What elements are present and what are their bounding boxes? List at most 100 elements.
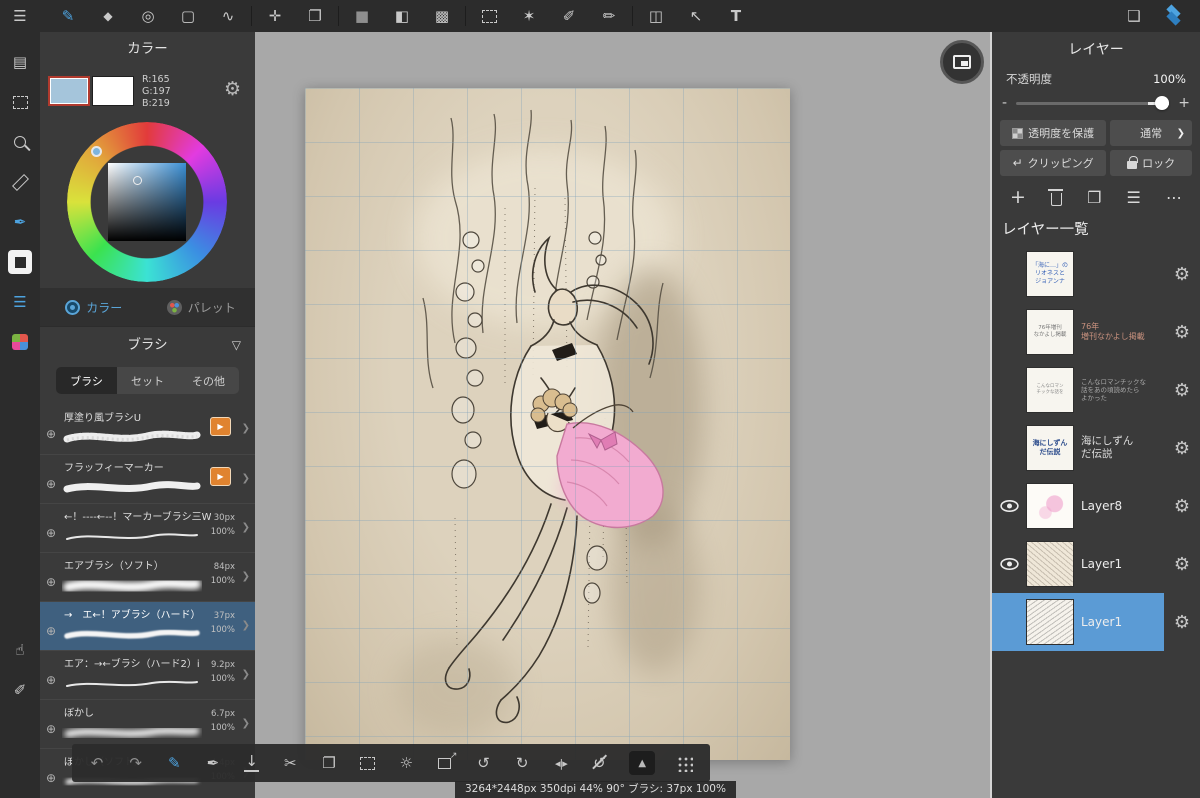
- opacity-decrease-button[interactable]: -: [1002, 95, 1007, 111]
- active-tool-indicator[interactable]: [0, 242, 40, 282]
- video-badge-icon[interactable]: ▶: [210, 417, 231, 436]
- fill-rect-tool-button[interactable]: ■: [342, 0, 382, 32]
- material-toggle-button[interactable]: ▲: [629, 751, 656, 775]
- ruler-button[interactable]: [0, 162, 40, 202]
- brush-item[interactable]: ぼかし ⊕ 6.7px 100% ❯: [40, 699, 255, 748]
- layer-thumbnail[interactable]: 海にしずん だ伝説: [1026, 425, 1074, 471]
- pen-snap-button[interactable]: ✎: [165, 754, 183, 772]
- rotate-right-button[interactable]: ↻: [513, 754, 531, 772]
- brush-add-icon[interactable]: ⊕: [46, 427, 56, 441]
- delete-layer-button[interactable]: [1048, 188, 1064, 206]
- canvas[interactable]: [305, 88, 790, 760]
- material-panel-button[interactable]: ❑: [1114, 0, 1154, 32]
- layer-row-selected[interactable]: Layer1 ⚙: [992, 593, 1200, 651]
- tab-set[interactable]: セット: [117, 367, 178, 394]
- sv-picker[interactable]: [108, 163, 186, 241]
- layer-settings-gear-icon[interactable]: ⚙: [1174, 496, 1190, 517]
- paint-tool-button[interactable]: ✒: [0, 202, 40, 242]
- copy-button[interactable]: ❐: [320, 754, 338, 772]
- gradient-tool-button[interactable]: ▩: [422, 0, 462, 32]
- layer-row[interactable]: 76年増刊 なかよし掲載 76年 増刊なかよし掲載 ⚙: [992, 303, 1200, 361]
- brush-add-icon[interactable]: ⊕: [46, 624, 56, 638]
- layer-view-button[interactable]: ☰: [1127, 188, 1141, 207]
- palette-button[interactable]: [0, 322, 40, 362]
- secondary-color-swatch[interactable]: [92, 76, 134, 106]
- layer-settings-gear-icon[interactable]: ⚙: [1174, 322, 1190, 343]
- divide-tool-button[interactable]: ◫: [636, 0, 676, 32]
- brush-add-icon[interactable]: ⊕: [46, 477, 56, 491]
- brush-add-icon[interactable]: ⊕: [46, 575, 56, 589]
- brush-item-selected[interactable]: → エ←！アブラシ（ハード） ⊕ 37px 100% ❯: [40, 601, 255, 650]
- video-badge-icon[interactable]: ▶: [210, 467, 231, 486]
- tab-other[interactable]: その他: [178, 367, 239, 394]
- layer-row[interactable]: Layer1 ⚙: [992, 535, 1200, 593]
- layer-thumbnail[interactable]: [1026, 599, 1074, 645]
- select-area-button[interactable]: [359, 756, 377, 770]
- layer-settings-gear-icon[interactable]: ⚙: [1174, 438, 1190, 459]
- chevron-right-icon[interactable]: ❯: [242, 718, 250, 729]
- protect-alpha-button[interactable]: 透明度を保護: [1000, 120, 1107, 146]
- duplicate-layer-button[interactable]: ❐: [1087, 188, 1101, 207]
- hue-indicator[interactable]: [91, 146, 102, 157]
- navigator-button[interactable]: [940, 40, 984, 84]
- primary-color-swatch[interactable]: [48, 76, 90, 106]
- select-eraser-tool-button[interactable]: ✏: [589, 0, 629, 32]
- brush-item[interactable]: 厚塗り風ブラシU ⊕ ▶ ❯: [40, 405, 255, 454]
- layer-settings-gear-icon[interactable]: ⚙: [1174, 264, 1190, 285]
- bucket-tool-button[interactable]: ◧: [382, 0, 422, 32]
- dither-button[interactable]: ☼: [397, 754, 415, 772]
- chevron-right-icon[interactable]: ❯: [242, 620, 250, 631]
- hand-pan-button[interactable]: ☝: [0, 630, 40, 670]
- curve-tool-button[interactable]: ∿: [208, 0, 248, 32]
- menu-button[interactable]: ☰: [0, 0, 40, 32]
- layer-settings-gear-icon[interactable]: ⚙: [1174, 612, 1190, 633]
- layer-more-button[interactable]: ⋯: [1166, 188, 1182, 207]
- stylus-button[interactable]: ✐: [0, 670, 40, 710]
- stylus-mode-button[interactable]: ✒: [204, 754, 222, 772]
- opacity-increase-button[interactable]: +: [1178, 95, 1190, 111]
- layer-thumbnail[interactable]: 76年増刊 なかよし掲載: [1026, 309, 1074, 355]
- eraser-tool-button[interactable]: ◆: [88, 0, 128, 32]
- brush-add-icon[interactable]: ⊕: [46, 722, 56, 736]
- brush-item[interactable]: エア：→←ブラシ（ハード2）i ⊕ 9.2px 100% ❯: [40, 650, 255, 699]
- opacity-slider-knob[interactable]: [1155, 96, 1170, 110]
- clipping-button[interactable]: ↵ クリッピング: [1000, 150, 1107, 176]
- material-list-button[interactable]: ☰: [0, 282, 40, 322]
- visibility-eye-icon[interactable]: [999, 499, 1020, 513]
- chevron-right-icon[interactable]: ❯: [242, 522, 250, 533]
- reset-rotation-button[interactable]: ↺: [591, 754, 609, 772]
- layer-thumbnail[interactable]: こんなロマン チックな話を: [1026, 367, 1074, 413]
- chevron-right-icon[interactable]: ❯: [242, 571, 250, 582]
- canvas-artwork[interactable]: [305, 88, 790, 760]
- lock-button[interactable]: ロック: [1110, 150, 1192, 176]
- snap-cursor-tool-button[interactable]: ↖: [676, 0, 716, 32]
- opacity-slider[interactable]: [1016, 96, 1170, 110]
- canvas-document-button[interactable]: ▤: [0, 42, 40, 82]
- brush-item[interactable]: エアブラシ（ソフト） ⊕ 84px 100% ❯: [40, 552, 255, 601]
- chevron-right-icon[interactable]: ❯: [242, 473, 250, 484]
- brush-item[interactable]: ←！----←--！マーカーブラシ三W ⊕ 30px 100% ❯: [40, 503, 255, 552]
- selection-button[interactable]: [0, 82, 40, 122]
- brush-add-icon[interactable]: ⊕: [46, 673, 56, 687]
- export-button[interactable]: ↗: [436, 751, 457, 769]
- layer-row[interactable]: Layer8 ⚙: [992, 477, 1200, 535]
- blend-mode-button[interactable]: 通常 ❯: [1110, 120, 1192, 146]
- select-tool-button[interactable]: [469, 0, 509, 32]
- move-tool-button[interactable]: ✛: [255, 0, 295, 32]
- color-settings-gear-icon[interactable]: ⚙: [224, 78, 241, 100]
- layer-row[interactable]: 海にしずん だ伝説 海にしずん だ伝説 ⚙: [992, 419, 1200, 477]
- layer-thumbnail[interactable]: 「海に…」の リオネスと ジョアンナ: [1026, 251, 1074, 297]
- layer-settings-gear-icon[interactable]: ⚙: [1174, 554, 1190, 575]
- layer-row[interactable]: こんなロマン チックな話を こんなロマンチックな 話をあの頃読めたら よかった …: [992, 361, 1200, 419]
- add-layer-button[interactable]: +: [1010, 186, 1026, 208]
- layer-settings-gear-icon[interactable]: ⚙: [1174, 380, 1190, 401]
- chevron-right-icon[interactable]: ❯: [242, 669, 250, 680]
- layer-row[interactable]: 「海に…」の リオネスと ジョアンナ ⚙: [992, 245, 1200, 303]
- visibility-eye-icon[interactable]: [999, 557, 1020, 571]
- transform-tool-button[interactable]: ❐: [295, 0, 335, 32]
- shape-tool-button[interactable]: ▢: [168, 0, 208, 32]
- magic-wand-tool-button[interactable]: ✶: [509, 0, 549, 32]
- text-tool-button[interactable]: T: [716, 0, 756, 32]
- sv-indicator[interactable]: [133, 176, 142, 185]
- brush-add-icon[interactable]: ⊕: [46, 526, 56, 540]
